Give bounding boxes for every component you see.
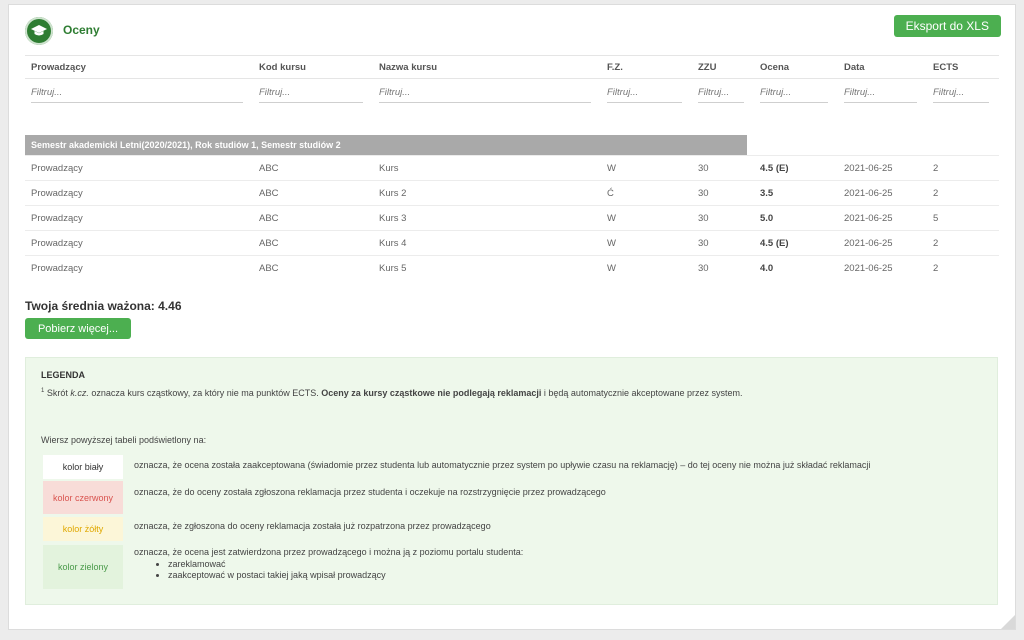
cell-ocena: 4.0 (754, 255, 838, 280)
cell-nazwa-kursu: Kurs 5 (373, 255, 601, 280)
filter-input-data[interactable]: Filtruj... (844, 87, 917, 103)
header: Oceny Eksport do XLS (25, 13, 1001, 45)
legend-desc-white: oznacza, że ocena została zaakceptowana … (134, 460, 871, 470)
table-header-row: Prowadzący Kod kursu Nazwa kursu F.Z. ZZ… (25, 55, 999, 79)
cell-ocena: 4.5 (E) (754, 155, 838, 181)
filter-input-nazwa-kursu[interactable]: Filtruj... (379, 87, 591, 103)
cell-data: 2021-06-25 (838, 255, 927, 280)
filter-input-kod-kursu[interactable]: Filtruj... (259, 87, 363, 103)
cell-fz: W (601, 230, 692, 256)
swatch-red: kolor czerwony (43, 481, 123, 514)
table-row: Prowadzący ABC Kurs 5 W 30 4.0 2021-06-2… (25, 255, 999, 280)
legend-panel: LEGENDA 1 Skrót k.cz. oznacza kurs cząst… (25, 357, 998, 605)
legend-desc-green: oznacza, że ocena jest zatwierdzona prze… (134, 547, 523, 581)
legend-title: LEGENDA (41, 370, 86, 380)
cell-kod-kursu: ABC (253, 230, 373, 256)
cell-kod-kursu: ABC (253, 155, 373, 181)
cell-prowadzacy: Prowadzący (25, 230, 253, 256)
cell-fz: W (601, 255, 692, 280)
col-header-fz[interactable]: F.Z. (601, 55, 692, 79)
note-mid: oznacza kurs cząstkowy, za który nie ma … (88, 388, 322, 398)
cell-prowadzacy: Prowadzący (25, 205, 253, 231)
cell-ects: 2 (927, 255, 999, 280)
list-item: zaakceptować w postaci takiej jaką wpisa… (168, 570, 523, 581)
cell-zzu: 30 (692, 255, 754, 280)
col-header-zzu[interactable]: ZZU (692, 55, 754, 79)
list-item: zareklamować (168, 559, 523, 570)
table-row: Prowadzący ABC Kurs W 30 4.5 (E) 2021-06… (25, 155, 999, 181)
table-row: Prowadzący ABC Kurs 2 Ć 30 3.5 2021-06-2… (25, 180, 999, 206)
legend-green-options: zareklamować zaakceptować w postaci taki… (168, 559, 523, 581)
cell-data: 2021-06-25 (838, 230, 927, 256)
col-header-ects[interactable]: ECTS (927, 55, 999, 79)
legend-intro: Wiersz powyższej tabeli podświetlony na: (41, 435, 207, 445)
cell-ocena: 3.5 (754, 180, 838, 206)
export-xls-button[interactable]: Eksport do XLS (893, 15, 1001, 37)
swatch-white: kolor biały (43, 455, 123, 479)
cell-ocena: 5.0 (754, 205, 838, 231)
legend-desc-green-text: oznacza, że ocena jest zatwierdzona prze… (134, 547, 524, 557)
cell-data: 2021-06-25 (838, 205, 927, 231)
cell-prowadzacy: Prowadzący (25, 180, 253, 206)
cell-ects: 5 (927, 205, 999, 231)
grades-table: Prowadzący Kod kursu Nazwa kursu F.Z. ZZ… (25, 55, 999, 280)
filter-input-ects[interactable]: Filtruj... (933, 87, 989, 103)
filter-input-zzu[interactable]: Filtruj... (698, 87, 744, 103)
weighted-average: Twoja średnia ważona: 4.46 (25, 299, 182, 313)
col-header-prowadzacy[interactable]: Prowadzący (25, 55, 253, 79)
cell-zzu: 30 (692, 205, 754, 231)
page-corner-fold (1001, 615, 1015, 629)
semester-label: Semestr akademicki Letni(2020/2021), Rok… (25, 135, 747, 155)
swatch-green: kolor zielony (43, 545, 123, 589)
cell-ocena: 4.5 (E) (754, 230, 838, 256)
cell-ects: 2 (927, 155, 999, 181)
cell-ects: 2 (927, 180, 999, 206)
load-more-button[interactable]: Pobierz więcej... (25, 318, 131, 339)
cell-nazwa-kursu: Kurs 4 (373, 230, 601, 256)
cell-fz: W (601, 205, 692, 231)
filter-input-fz[interactable]: Filtruj... (607, 87, 682, 103)
note-suffix: i będą automatycznie akceptowane przez s… (541, 388, 743, 398)
col-header-ocena[interactable]: Ocena (754, 55, 838, 79)
cell-prowadzacy: Prowadzący (25, 155, 253, 181)
note-abbr: k.cz. (70, 388, 89, 398)
cell-nazwa-kursu: Kurs 3 (373, 205, 601, 231)
swatch-yellow: kolor żółty (43, 517, 123, 541)
grades-card: Oceny Eksport do XLS Prowadzący Kod kurs… (8, 4, 1016, 630)
cell-data: 2021-06-25 (838, 155, 927, 181)
col-header-kod-kursu[interactable]: Kod kursu (253, 55, 373, 79)
filter-row: Filtruj... Filtruj... Filtruj... Filtruj… (25, 79, 999, 114)
cell-zzu: 30 (692, 230, 754, 256)
semester-group-row: Semestr akademicki Letni(2020/2021), Rok… (25, 135, 999, 156)
cell-zzu: 30 (692, 180, 754, 206)
note-bold: Oceny za kursy cząstkowe nie podlegają r… (321, 388, 542, 398)
graduation-cap-icon (25, 17, 53, 45)
cell-nazwa-kursu: Kurs (373, 155, 601, 181)
cell-data: 2021-06-25 (838, 180, 927, 206)
table-row: Prowadzący ABC Kurs 3 W 30 5.0 2021-06-2… (25, 205, 999, 231)
filter-input-prowadzacy[interactable]: Filtruj... (31, 87, 243, 103)
col-header-data[interactable]: Data (838, 55, 927, 79)
cell-nazwa-kursu: Kurs 2 (373, 180, 601, 206)
legend-desc-yellow: oznacza, że zgłoszona do oceny reklamacj… (134, 521, 491, 531)
legend-footnote: 1 Skrót k.cz. oznacza kurs cząstkowy, za… (41, 388, 743, 398)
cell-fz: W (601, 155, 692, 181)
cell-zzu: 30 (692, 155, 754, 181)
legend-desc-red: oznacza, że do oceny została zgłoszona r… (134, 487, 606, 497)
cell-prowadzacy: Prowadzący (25, 255, 253, 280)
cell-kod-kursu: ABC (253, 205, 373, 231)
cell-ects: 2 (927, 230, 999, 256)
cell-kod-kursu: ABC (253, 255, 373, 280)
page-title: Oceny (63, 23, 100, 37)
filter-input-ocena[interactable]: Filtruj... (760, 87, 828, 103)
cell-fz: Ć (601, 180, 692, 206)
note-prefix: Skrót (44, 388, 71, 398)
table-row: Prowadzący ABC Kurs 4 W 30 4.5 (E) 2021-… (25, 230, 999, 256)
cell-kod-kursu: ABC (253, 180, 373, 206)
col-header-nazwa-kursu[interactable]: Nazwa kursu (373, 55, 601, 79)
